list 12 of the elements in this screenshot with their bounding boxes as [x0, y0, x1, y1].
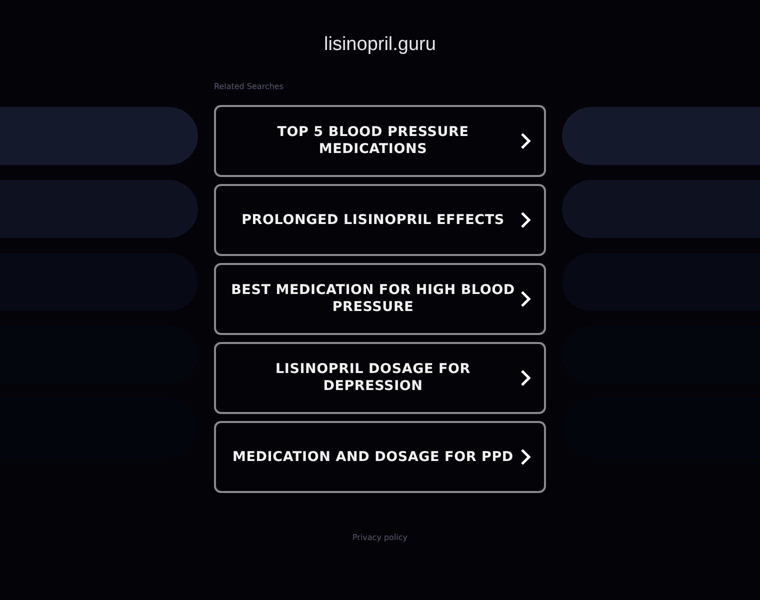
chevron-right-icon [520, 132, 532, 150]
search-link[interactable]: TOP 5 BLOOD PRESSURE MEDICATIONS [214, 105, 546, 177]
chevron-right-icon [520, 290, 532, 308]
search-link[interactable]: LISINOPRIL DOSAGE FOR DEPRESSION [214, 342, 546, 414]
related-searches-label: Related Searches [214, 82, 284, 92]
site-title: lisinopril.guru [324, 34, 436, 56]
search-link[interactable]: BEST MEDICATION FOR HIGH BLOOD PRESSURE [214, 263, 546, 335]
chevron-right-icon [520, 448, 532, 466]
search-link[interactable]: PROLONGED LISINOPRIL EFFECTS [214, 184, 546, 256]
search-link[interactable]: MEDICATION AND DOSAGE FOR PPD [214, 421, 546, 493]
chevron-right-icon [520, 369, 532, 387]
chevron-right-icon [520, 211, 532, 229]
